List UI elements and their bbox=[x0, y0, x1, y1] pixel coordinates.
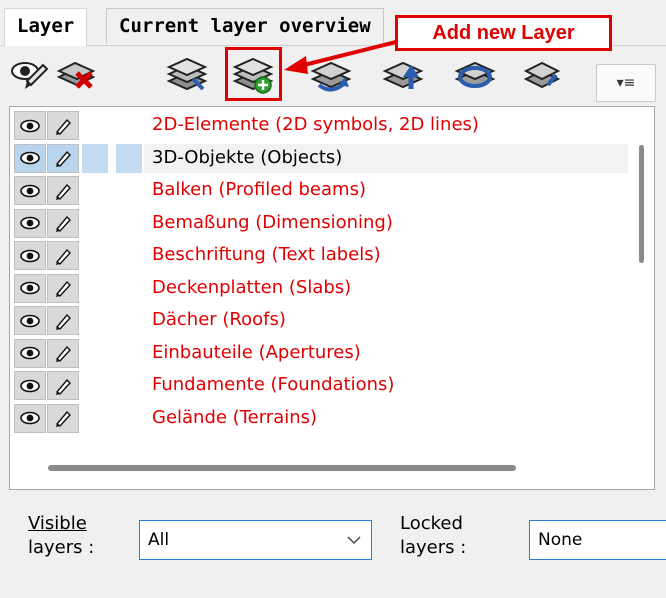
layer-row[interactable]: Deckenplatten (Slabs) bbox=[10, 272, 628, 305]
more-tools-icon bbox=[523, 61, 561, 89]
layer-flag-cell[interactable] bbox=[82, 241, 108, 270]
visible-label-line2: layers : bbox=[28, 537, 95, 558]
visible-label-line1: Visible bbox=[28, 513, 87, 534]
pencil-icon[interactable] bbox=[47, 306, 79, 335]
locked-label-line1: Locked bbox=[400, 513, 463, 534]
layer-name: Fundamente (Foundations) bbox=[152, 374, 395, 395]
layer-name: 3D-Objekte (Objects) bbox=[152, 146, 343, 168]
layer-row[interactable]: Beschriftung (Text labels) bbox=[10, 239, 628, 272]
layer-row[interactable]: Fundamente (Foundations) bbox=[10, 369, 628, 402]
locked-layers-select[interactable]: None bbox=[529, 520, 666, 560]
callout-arrow-icon bbox=[284, 40, 397, 74]
layer-name: Beschriftung (Text labels) bbox=[152, 244, 381, 265]
pencil-icon[interactable] bbox=[47, 273, 79, 303]
eye-icon[interactable] bbox=[14, 403, 46, 433]
refresh-layer-icon bbox=[454, 61, 496, 89]
layer-name: Einbauteile (Apertures) bbox=[152, 341, 361, 363]
locked-layers-value: None bbox=[538, 530, 583, 550]
layer-flag-cell[interactable] bbox=[116, 404, 142, 433]
layer-flag-cell[interactable] bbox=[116, 143, 142, 173]
eye-icon[interactable] bbox=[14, 176, 46, 205]
eye-icon[interactable] bbox=[14, 306, 46, 335]
layer-row[interactable]: Einbauteile (Apertures) bbox=[10, 337, 628, 370]
add-layer-icon bbox=[232, 57, 274, 94]
pencil-icon[interactable] bbox=[47, 241, 79, 270]
eye-icon[interactable] bbox=[14, 241, 46, 270]
delete-layer-icon bbox=[56, 61, 96, 89]
pencil-icon[interactable] bbox=[47, 338, 79, 368]
pencil-icon[interactable] bbox=[47, 208, 79, 238]
layer-name: Bemaßung (Dimensioning) bbox=[152, 211, 393, 233]
visible-layers-value: All bbox=[148, 530, 170, 550]
layer-name: Deckenplatten (Slabs) bbox=[152, 276, 352, 298]
layer-name: Dächer (Roofs) bbox=[152, 309, 286, 330]
layer-name: Gelände (Terrains) bbox=[152, 406, 318, 428]
tab-layer[interactable]: Layer bbox=[4, 8, 88, 46]
visible-layers-select[interactable]: All bbox=[139, 520, 372, 560]
layer-row[interactable]: Bemaßung (Dimensioning) bbox=[10, 207, 628, 240]
pencil-icon[interactable] bbox=[47, 111, 79, 140]
layer-flag-cell[interactable] bbox=[82, 371, 108, 400]
visibility-toggle-button[interactable] bbox=[6, 54, 52, 96]
eye-icon[interactable] bbox=[14, 111, 46, 140]
refresh-layer-button[interactable] bbox=[452, 54, 498, 96]
layer-flag-cell[interactable] bbox=[116, 371, 142, 400]
layer-flag-cell[interactable] bbox=[116, 111, 142, 140]
layer-properties-button[interactable] bbox=[164, 54, 210, 96]
layer-flag-cell[interactable] bbox=[116, 339, 142, 368]
layer-list: 2D-Elemente (2D symbols, 2D lines) 3D-Obj… bbox=[9, 106, 655, 490]
layer-flag-cell[interactable] bbox=[82, 404, 108, 433]
layer-name: Balken (Profiled beams) bbox=[152, 179, 366, 200]
delete-layer-button[interactable] bbox=[52, 54, 98, 96]
visible-layers-label: Visible layers : bbox=[28, 512, 94, 560]
locked-label-line2: layers : bbox=[400, 537, 467, 558]
layer-flag-cell[interactable] bbox=[82, 111, 108, 140]
layer-flag-cell[interactable] bbox=[82, 143, 108, 173]
layer-name: 2D-Elemente (2D symbols, 2D lines) bbox=[152, 114, 479, 135]
add-new-layer-callout: Add new Layer bbox=[395, 15, 612, 51]
eye-icon[interactable] bbox=[14, 338, 46, 368]
layer-flag-cell[interactable] bbox=[82, 274, 108, 303]
layer-flag-cell[interactable] bbox=[116, 209, 142, 238]
eye-icon[interactable] bbox=[14, 371, 46, 400]
visibility-toggle-icon bbox=[11, 62, 49, 89]
more-tools-button[interactable] bbox=[522, 54, 568, 96]
layer-row[interactable]: 2D-Elemente (2D symbols, 2D lines) bbox=[10, 109, 628, 142]
pencil-icon[interactable] bbox=[47, 143, 79, 173]
layer-row[interactable]: 3D-Objekte (Objects) bbox=[10, 142, 628, 175]
vertical-scrollbar[interactable] bbox=[639, 145, 644, 263]
layer-rows: 2D-Elemente (2D symbols, 2D lines) 3D-Obj… bbox=[10, 109, 628, 459]
locked-layers-label: Locked layers : bbox=[400, 512, 466, 560]
layer-flag-cell[interactable] bbox=[82, 176, 108, 205]
layer-flag-cell[interactable] bbox=[82, 209, 108, 238]
eye-icon[interactable] bbox=[14, 143, 46, 173]
eye-icon[interactable] bbox=[14, 273, 46, 303]
pencil-icon[interactable] bbox=[47, 371, 79, 400]
layer-flag-cell[interactable] bbox=[116, 274, 142, 303]
layer-row[interactable]: Gelände (Terrains) bbox=[10, 402, 628, 435]
add-layer-button[interactable] bbox=[230, 54, 276, 96]
layer-properties-icon bbox=[166, 57, 208, 91]
chevron-down-icon bbox=[347, 521, 361, 574]
pencil-icon[interactable] bbox=[47, 403, 79, 433]
toolbar-menu-button[interactable]: ▾≡ bbox=[596, 64, 656, 102]
layer-flag-cell[interactable] bbox=[116, 176, 142, 205]
layer-flag-cell[interactable] bbox=[82, 306, 108, 335]
pencil-icon[interactable] bbox=[47, 176, 79, 205]
layer-flag-cell[interactable] bbox=[116, 306, 142, 335]
eye-icon[interactable] bbox=[14, 208, 46, 238]
layer-row[interactable]: Dächer (Roofs) bbox=[10, 304, 628, 337]
horizontal-scrollbar[interactable] bbox=[48, 465, 516, 471]
layer-flag-cell[interactable] bbox=[116, 241, 142, 270]
layer-flag-cell[interactable] bbox=[82, 339, 108, 368]
layer-row[interactable]: Balken (Profiled beams) bbox=[10, 174, 628, 207]
